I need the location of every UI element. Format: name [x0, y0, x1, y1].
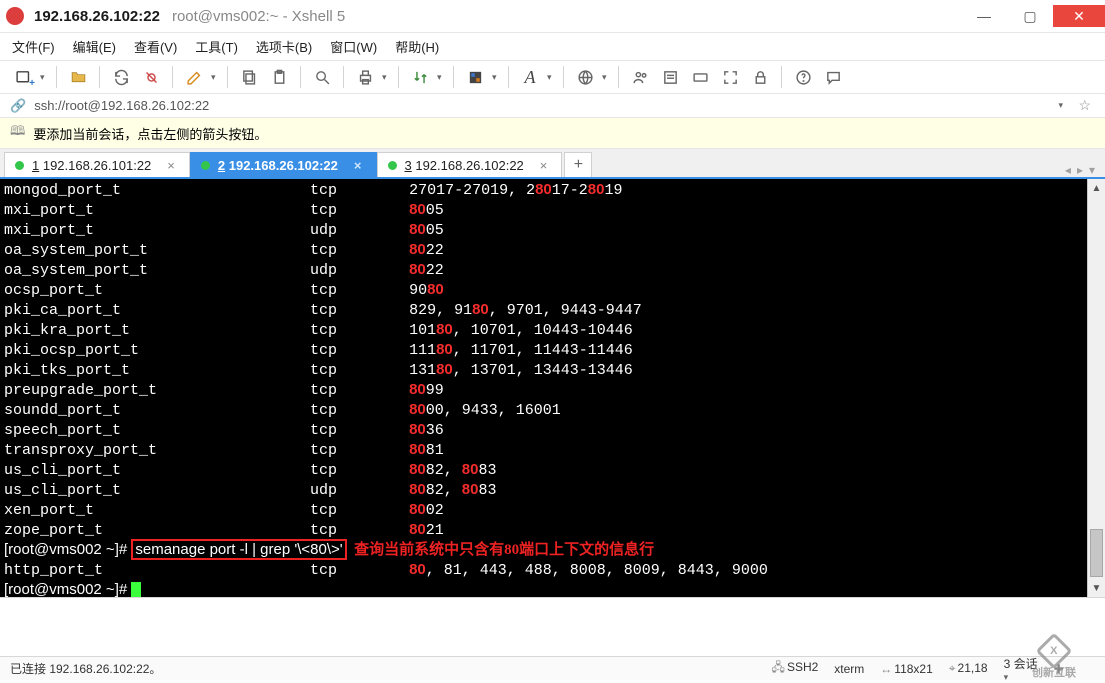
dropdown-icon[interactable]: ▾ [602, 72, 610, 83]
scroll-down-icon[interactable]: ▼ [1088, 579, 1105, 597]
session-tab[interactable]: 3 192.168.26.102:22 × [377, 152, 563, 177]
disconnect-icon[interactable] [138, 64, 164, 90]
compose-hint [0, 598, 1105, 620]
tab-label: 3 192.168.26.102:22 [405, 158, 524, 173]
status-dot-icon [388, 161, 397, 170]
tab-nav: ◂ ▸ ▾ [1065, 163, 1105, 177]
status-termtype: xterm [834, 662, 864, 676]
menu-view[interactable]: 查看(V) [134, 37, 177, 56]
tab-close-icon[interactable]: × [354, 158, 362, 173]
scroll-thumb[interactable] [1090, 529, 1103, 577]
status-conn: 已连接 192.168.26.102:22。 [10, 660, 756, 677]
address-text[interactable]: ssh://root@192.168.26.102:22 [34, 98, 1050, 113]
lock-icon[interactable] [747, 64, 773, 90]
close-button[interactable]: ✕ [1053, 5, 1105, 27]
status-ssh: 🖧SSH2 [772, 658, 819, 679]
tab-label: 2 192.168.26.102:22 [218, 158, 338, 173]
keyboard-icon[interactable] [687, 64, 713, 90]
dropdown-icon[interactable]: ▾ [492, 72, 500, 83]
dropdown-icon[interactable]: ▾ [547, 72, 555, 83]
address-bar: 🔗 ssh://root@192.168.26.102:22 ▾ ☆ [0, 94, 1105, 118]
title-bar: 192.168.26.102:22 root@vms002:~ - Xshell… [0, 0, 1105, 32]
menu-help[interactable]: 帮助(H) [395, 37, 439, 56]
color-icon[interactable] [462, 64, 488, 90]
menu-edit[interactable]: 编辑(E) [73, 37, 116, 56]
open-folder-icon[interactable] [65, 64, 91, 90]
chat-icon[interactable] [820, 64, 846, 90]
menu-bar: 文件(F) 编辑(E) 查看(V) 工具(T) 选项卡(B) 窗口(W) 帮助(… [0, 32, 1105, 60]
address-dropdown-icon[interactable]: ▾ [1058, 100, 1066, 111]
new-session-icon[interactable]: + [10, 64, 36, 90]
scroll-up-icon[interactable]: ▲ [1088, 179, 1105, 197]
maximize-button[interactable]: ▢ [1007, 5, 1053, 27]
window-title-main: 192.168.26.102:22 [34, 8, 160, 25]
dropdown-icon[interactable]: ▾ [40, 72, 48, 83]
tip-text: 要添加当前会话，点击左侧的箭头按钮。 [33, 124, 267, 143]
status-pos: ⌖21,18 [949, 661, 988, 676]
help-icon[interactable] [790, 64, 816, 90]
globe-icon[interactable] [572, 64, 598, 90]
print-icon[interactable] [352, 64, 378, 90]
dropdown-icon[interactable]: ▾ [437, 72, 445, 83]
window-title-sub: root@vms002:~ - Xshell 5 [172, 8, 345, 25]
tab-list-icon[interactable]: ▾ [1089, 163, 1095, 177]
bookmark-add-icon[interactable]: 🕮 [10, 122, 25, 144]
watermark: X 创新互联 [1009, 638, 1099, 680]
font-icon[interactable]: A [517, 64, 543, 90]
scrollbar[interactable]: ▲ ▼ [1087, 179, 1105, 597]
app-icon [6, 7, 24, 25]
text-icon[interactable] [657, 64, 683, 90]
paste-icon[interactable] [266, 64, 292, 90]
tab-label: 1 192.168.26.101:22 [32, 158, 151, 173]
fullscreen-icon[interactable] [717, 64, 743, 90]
dropdown-icon[interactable]: ▾ [211, 72, 219, 83]
copy-icon[interactable] [236, 64, 262, 90]
tip-bar: 🕮 要添加当前会话，点击左侧的箭头按钮。 [0, 118, 1105, 149]
status-dot-icon [15, 161, 24, 170]
tab-prev-icon[interactable]: ◂ [1065, 163, 1071, 177]
status-bar: 已连接 192.168.26.102:22。 🖧SSH2 xterm ↔118x… [0, 656, 1105, 680]
edit-properties-icon[interactable] [181, 64, 207, 90]
tab-close-icon[interactable]: × [167, 158, 175, 173]
tab-next-icon[interactable]: ▸ [1077, 163, 1083, 177]
tab-add-button[interactable]: + [564, 152, 592, 177]
minimize-button[interactable]: — [961, 5, 1007, 27]
tab-close-icon[interactable]: × [540, 158, 548, 173]
menu-tools[interactable]: 工具(T) [195, 37, 238, 56]
dropdown-icon[interactable]: ▾ [382, 72, 390, 83]
status-dot-icon [201, 161, 210, 170]
protocol-icon: 🔗 [10, 98, 26, 114]
menu-tabs[interactable]: 选项卡(B) [256, 37, 312, 56]
menu-file[interactable]: 文件(F) [12, 37, 55, 56]
session-tab[interactable]: 1 192.168.26.101:22 × [4, 152, 190, 177]
find-icon[interactable] [309, 64, 335, 90]
menu-window[interactable]: 窗口(W) [330, 37, 377, 56]
toolbar: + ▾ ▾ ▾ ▾ ▾ A ▾ ▾ [0, 60, 1105, 94]
terminal[interactable]: mongod_port_t tcp 27017-27019, 28017-280… [0, 179, 1087, 597]
bookmark-icon[interactable]: ☆ [1074, 97, 1095, 114]
session-tab[interactable]: 2 192.168.26.102:22 × [190, 152, 377, 177]
reconnect-icon[interactable] [108, 64, 134, 90]
tab-strip: 1 192.168.26.101:22 × 2 192.168.26.102:22 ×… [0, 149, 1105, 179]
transfer-icon[interactable] [407, 64, 433, 90]
users-icon[interactable] [627, 64, 653, 90]
status-size: ↔118x21 [880, 662, 932, 676]
